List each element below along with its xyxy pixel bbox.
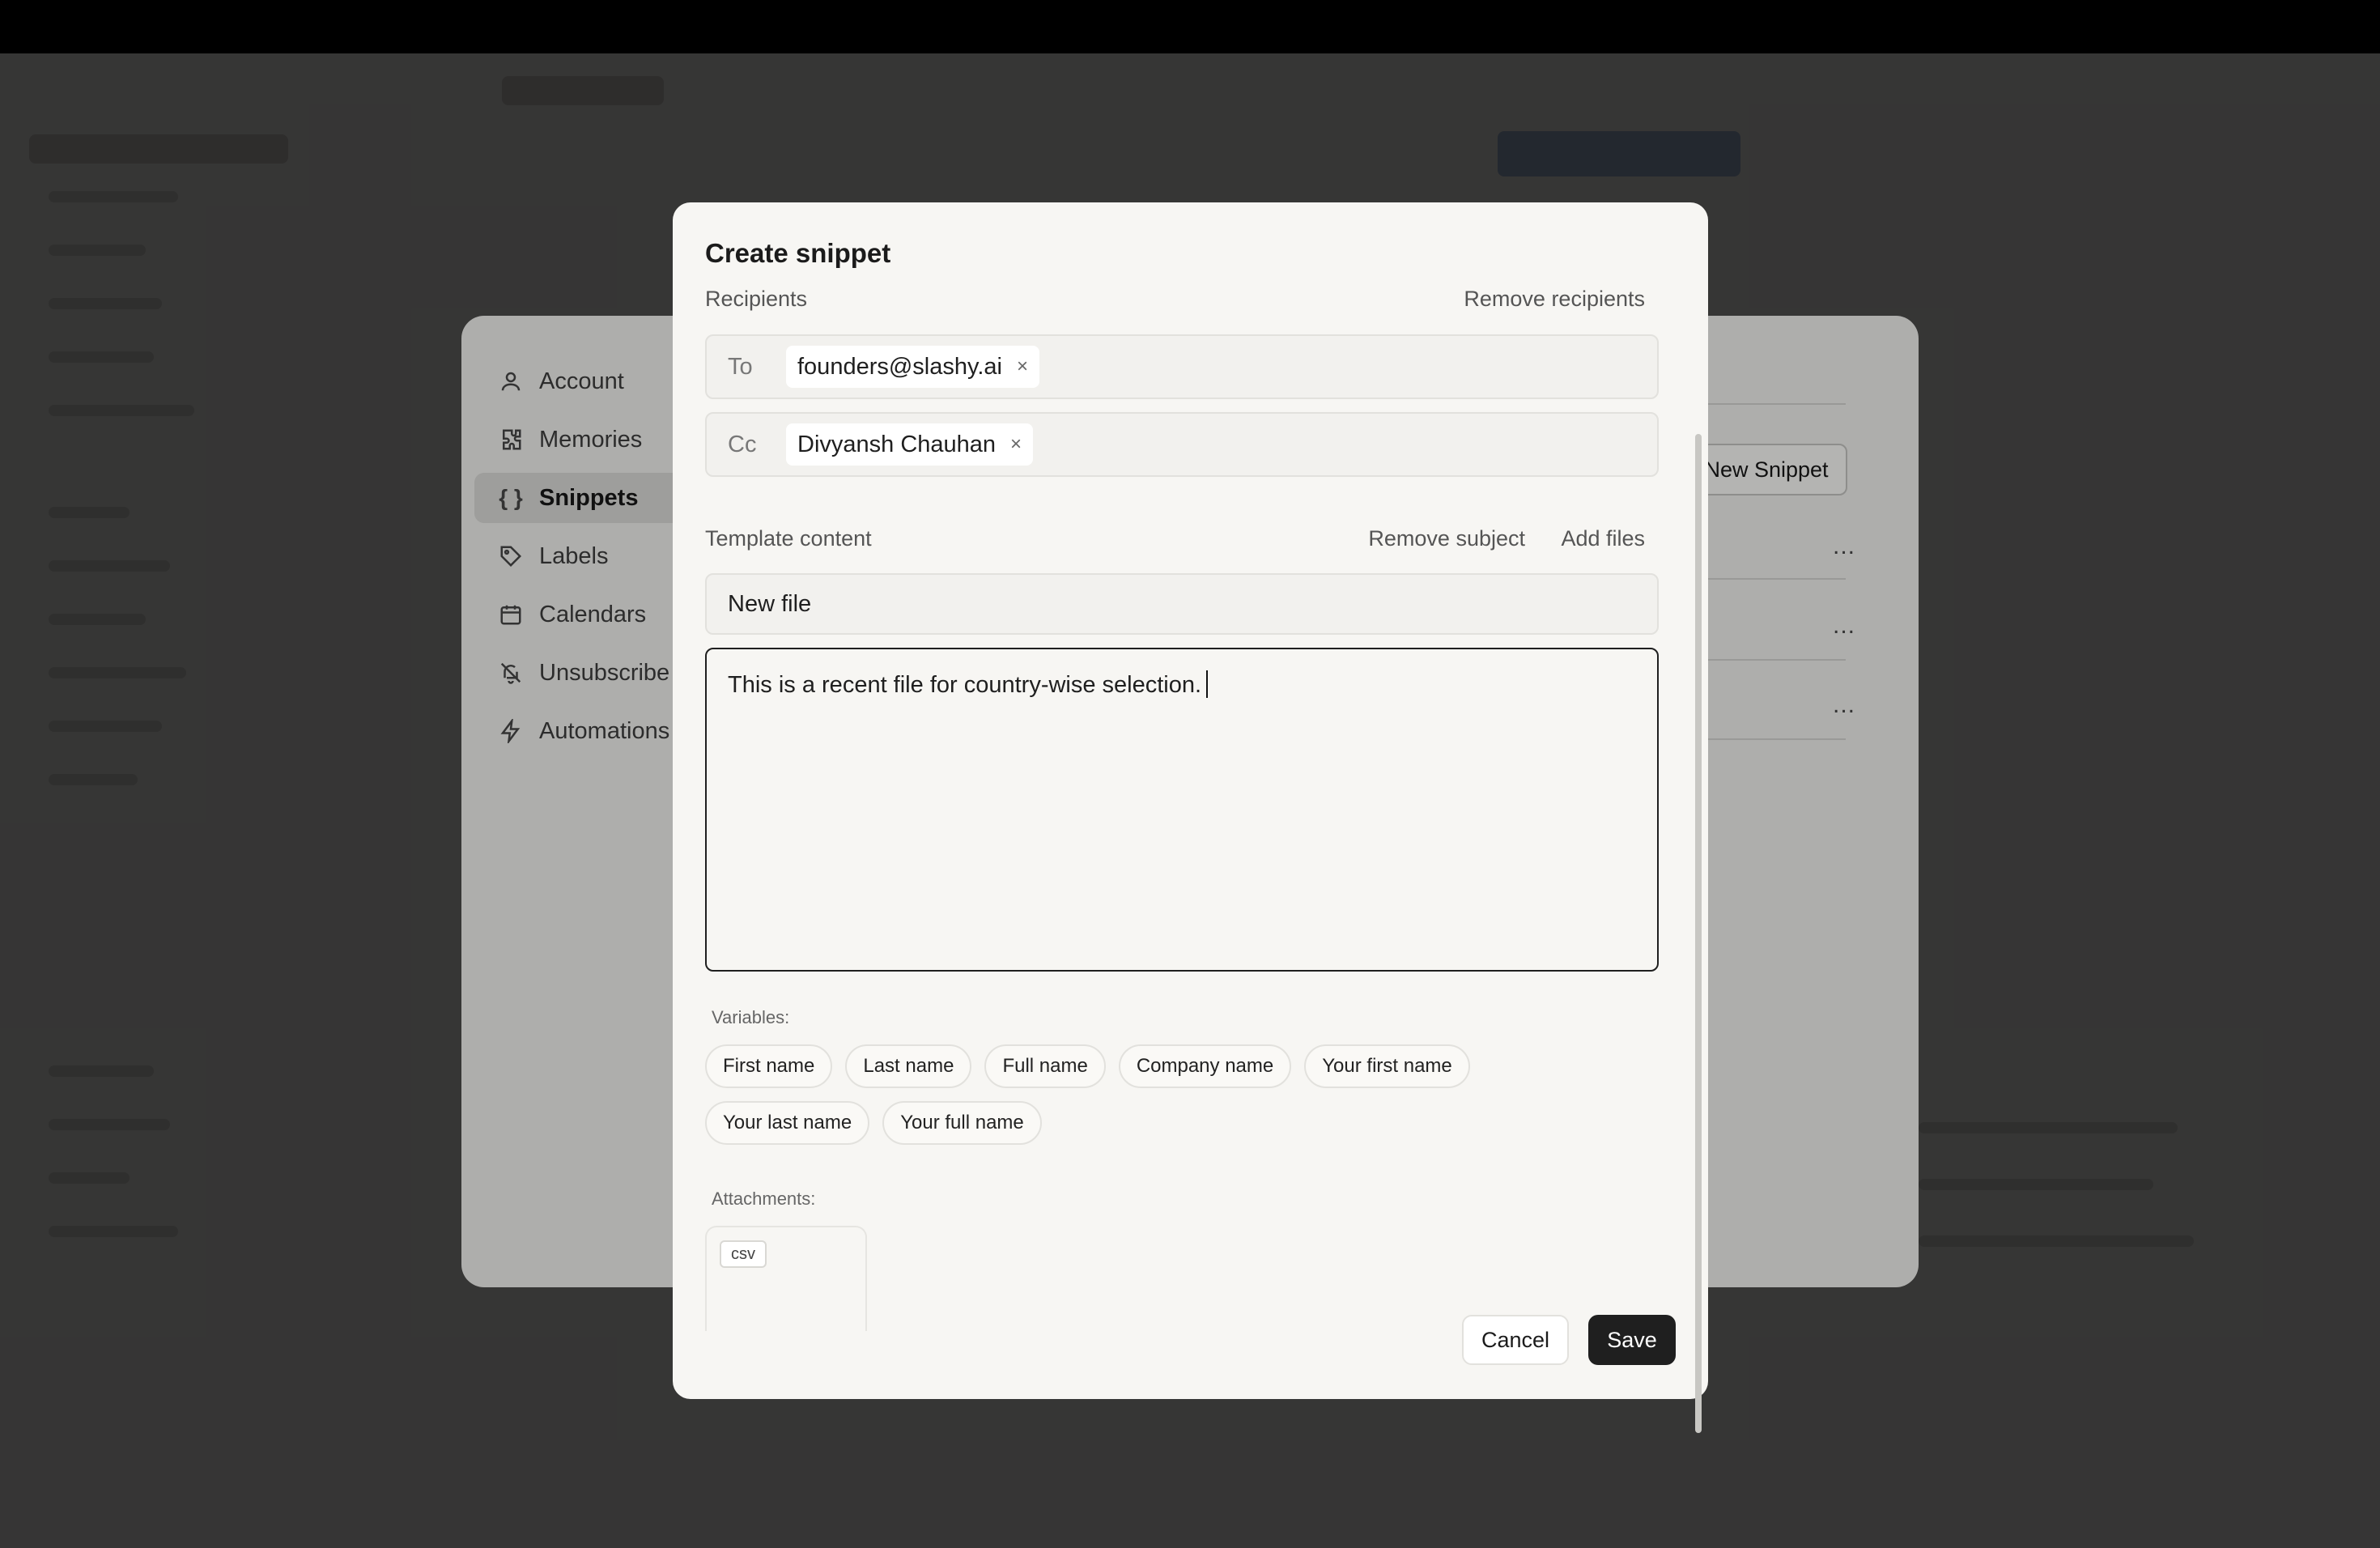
- row-divider: [1708, 578, 1846, 580]
- snippet-row-menu[interactable]: ...: [1833, 612, 1855, 640]
- variable-chip-your-first-name[interactable]: Your first name: [1304, 1044, 1470, 1088]
- nav-label: Calendars: [539, 601, 647, 627]
- to-prefix: To: [728, 353, 753, 380]
- text-caret: [1206, 670, 1209, 698]
- bell-off-icon: [499, 661, 523, 685]
- nav-label: Memories: [539, 426, 643, 453]
- close-icon[interactable]: ×: [1017, 355, 1028, 378]
- variables-row: First name Last name Full name Company n…: [705, 1044, 1470, 1088]
- new-snippet-button[interactable]: New Snippet: [1685, 444, 1847, 495]
- puzzle-icon: [499, 427, 523, 452]
- nav-label: Automations: [539, 717, 670, 744]
- recipient-chip: Divyansh Chauhan ×: [786, 423, 1034, 466]
- recipients-label: Recipients: [705, 287, 808, 311]
- top-black-bar: [0, 0, 2380, 53]
- calendar-icon: [499, 602, 523, 627]
- snippet-row-menu[interactable]: ...: [1833, 533, 1855, 560]
- variables-row: Your last name Your full name: [705, 1101, 1042, 1145]
- bolt-icon: [499, 719, 523, 743]
- header-divider: [1708, 403, 1846, 405]
- cc-prefix: Cc: [728, 431, 757, 457]
- nav-label: Unsubscribe: [539, 659, 670, 686]
- nav-label: Snippets: [539, 484, 639, 511]
- row-divider: [1708, 738, 1846, 740]
- body-text: This is a recent file for country-wise s…: [728, 672, 1202, 698]
- body-textarea[interactable]: This is a recent file for country-wise s…: [705, 648, 1659, 972]
- cc-field[interactable]: Cc Divyansh Chauhan ×: [705, 412, 1659, 477]
- create-snippet-dialog: Create snippet Recipients Remove recipie…: [673, 202, 1708, 1433]
- template-content-label: Template content: [705, 526, 872, 551]
- variable-chip-first-name[interactable]: First name: [705, 1044, 833, 1088]
- add-files-button[interactable]: Add files: [1561, 526, 1645, 551]
- to-field[interactable]: To founders@slashy.ai ×: [705, 334, 1659, 399]
- variable-chip-last-name[interactable]: Last name: [845, 1044, 972, 1088]
- variable-chip-full-name[interactable]: Full name: [984, 1044, 1106, 1088]
- braces-icon: { }: [499, 485, 523, 510]
- save-button[interactable]: Save: [1588, 1315, 1676, 1365]
- user-icon: [499, 369, 523, 393]
- cancel-button[interactable]: Cancel: [1462, 1315, 1569, 1365]
- recipient-chip: founders@slashy.ai ×: [786, 346, 1039, 388]
- remove-subject-button[interactable]: Remove subject: [1368, 526, 1525, 551]
- snippet-row-menu[interactable]: ...: [1833, 691, 1855, 719]
- file-type-badge: csv: [720, 1240, 767, 1268]
- close-icon[interactable]: ×: [1010, 433, 1022, 456]
- variable-chip-your-full-name[interactable]: Your full name: [882, 1101, 1042, 1145]
- tag-icon: [499, 544, 523, 568]
- variables-label: Variables:: [712, 1007, 790, 1027]
- variable-chip-your-last-name[interactable]: Your last name: [705, 1101, 870, 1145]
- recipient-chip-label: Divyansh Chauhan: [797, 431, 997, 457]
- attachments-label: Attachments:: [712, 1189, 816, 1209]
- nav-label: Account: [539, 368, 624, 394]
- variable-chip-company-name[interactable]: Company name: [1118, 1044, 1292, 1088]
- nav-label: Labels: [539, 542, 609, 569]
- subject-input[interactable]: New file: [705, 573, 1659, 635]
- remove-recipients-button[interactable]: Remove recipients: [1464, 287, 1645, 312]
- dialog-title: Create snippet: [705, 238, 891, 268]
- recipient-chip-label: founders@slashy.ai: [797, 353, 1002, 380]
- attachment-card[interactable]: csv: [705, 1226, 867, 1331]
- dialog-scrollbar[interactable]: [1695, 434, 1702, 1433]
- row-divider: [1708, 659, 1846, 661]
